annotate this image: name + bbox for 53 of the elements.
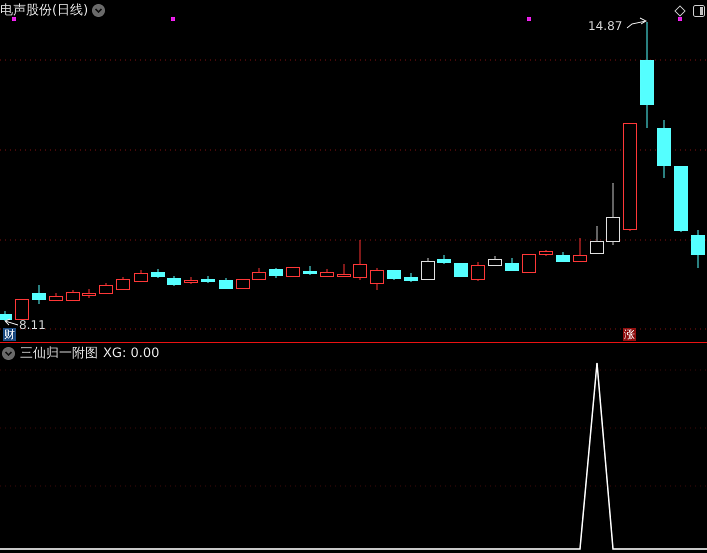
- candlestick: [236, 278, 250, 289]
- candlestick: [184, 276, 198, 284]
- candlestick: [286, 266, 300, 277]
- candlestick: [387, 270, 401, 280]
- candlestick: [82, 288, 96, 298]
- candlestick: [167, 276, 181, 286]
- arrow-icon: [4, 318, 18, 326]
- candlestick: [404, 272, 418, 282]
- candlestick: [337, 264, 351, 277]
- candlestick: [353, 240, 367, 280]
- candlestick: [370, 268, 384, 290]
- diamond-icon[interactable]: [674, 5, 686, 17]
- event-badge[interactable]: 财: [3, 328, 16, 341]
- low-price-label: 8.11: [19, 318, 46, 332]
- candlestick: [134, 270, 148, 282]
- panel-toggle-icon[interactable]: [693, 5, 705, 17]
- candlestick: [691, 230, 705, 268]
- candlestick: [99, 282, 113, 294]
- chart-title: 电声股份(日线): [0, 2, 88, 19]
- candlestick: [15, 298, 29, 320]
- candlestick: [303, 266, 317, 276]
- candlestick: [606, 182, 620, 246]
- candlestick: [201, 276, 215, 284]
- candlestick: [252, 268, 266, 280]
- candlestick: [539, 250, 553, 256]
- dropdown-icon[interactable]: [2, 346, 15, 360]
- candlestick: [66, 290, 80, 301]
- candlestick: [151, 268, 165, 278]
- candlestick: [269, 268, 283, 278]
- candlestick: [522, 254, 536, 273]
- candlestick: [488, 256, 502, 266]
- candlestick: [505, 258, 519, 272]
- candlestick: [590, 226, 604, 254]
- high-price-label: 14.87: [588, 19, 622, 33]
- candlestick: [421, 258, 435, 280]
- candlestick: [437, 254, 451, 264]
- candlestick: [471, 262, 485, 282]
- candlestick: [657, 120, 671, 178]
- candlestick: [454, 262, 468, 278]
- event-badge[interactable]: 涨: [623, 328, 636, 341]
- candlestick: [674, 166, 688, 232]
- candlestick: [219, 278, 233, 290]
- candlestick: [556, 252, 570, 262]
- candlestick: [49, 292, 63, 301]
- indicator-title: 三仙归一附图: [20, 345, 98, 362]
- candlestick: [320, 268, 334, 277]
- candlestick: [573, 238, 587, 262]
- arrow-icon: [626, 18, 648, 28]
- candlestick: [116, 276, 130, 290]
- candlestick: [32, 284, 46, 304]
- indicator-reading: XG: 0.00: [103, 346, 160, 360]
- candlestick: [0, 310, 12, 322]
- dropdown-icon[interactable]: [92, 4, 106, 16]
